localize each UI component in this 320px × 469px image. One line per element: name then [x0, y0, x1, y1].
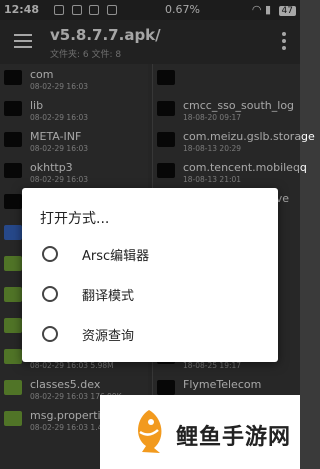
radio-icon[interactable] [42, 326, 58, 342]
option-label: 资源查询 [82, 329, 135, 344]
open-with-dialog: 打开方式... Arsc编辑器 翻译模式 资源查询 [22, 188, 278, 362]
dialog-title: 打开方式... [40, 211, 110, 227]
watermark-text: 鲤鱼手游网 [176, 425, 292, 450]
option-arsc-editor[interactable]: Arsc编辑器 [22, 238, 278, 274]
watermark-logo: 鲤鱼手游网 [100, 395, 300, 469]
option-translate-mode[interactable]: 翻译模式 [22, 278, 278, 314]
fish-logo-icon [138, 410, 162, 453]
radio-icon[interactable] [42, 246, 58, 262]
option-label: Arsc编辑器 [82, 249, 150, 264]
option-label: 翻译模式 [82, 289, 135, 304]
option-resource-query[interactable]: 资源查询 [22, 318, 278, 354]
radio-icon[interactable] [42, 286, 58, 302]
